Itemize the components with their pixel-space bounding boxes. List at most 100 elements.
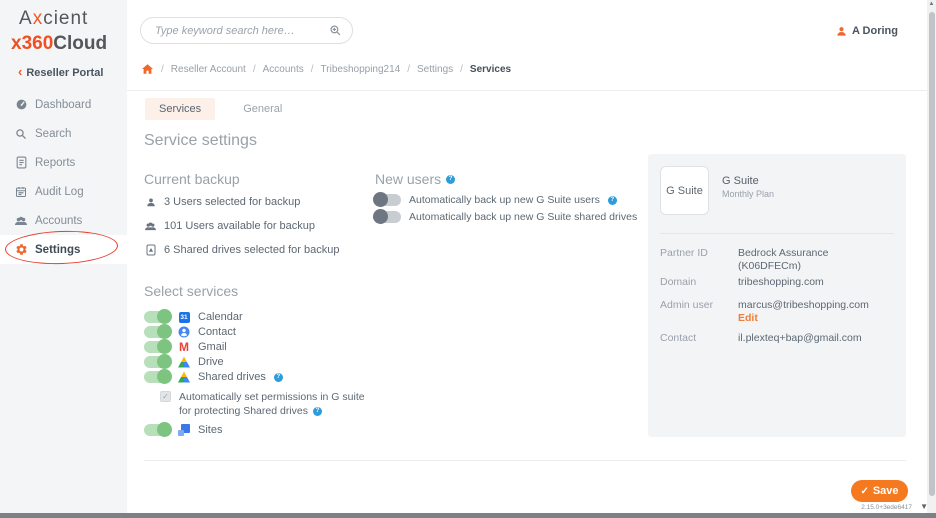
sidebar-item-settings[interactable]: Settings: [0, 235, 127, 264]
sidebar-item-reports[interactable]: Reports: [0, 148, 127, 177]
calendar-log-icon: [14, 185, 28, 199]
field-label-admin-user: Admin user: [660, 299, 713, 311]
service-row-calendar: 31 Calendar: [144, 311, 243, 323]
sidebar-item-audit-log[interactable]: Audit Log: [0, 177, 127, 206]
toggle-drive[interactable]: [144, 356, 170, 368]
brand-x: x: [33, 8, 44, 29]
field-value-contact: il.plexteq+bap@gmail.com: [738, 332, 862, 345]
breadcrumb-accounts[interactable]: Accounts: [263, 64, 304, 75]
header-divider: [127, 90, 936, 91]
toggle-backup-new-shared-drives[interactable]: [375, 211, 401, 223]
scroll-up-arrow-icon[interactable]: ▲: [927, 1, 936, 7]
reseller-portal-link[interactable]: ‹Reseller Portal: [0, 64, 127, 79]
backup-stat-users-available: 101 Users available for backup: [144, 220, 315, 232]
sidebar-item-accounts[interactable]: Accounts: [0, 206, 127, 235]
toggle-knob: [157, 339, 172, 354]
tab-bar: Services General: [145, 98, 296, 120]
drive-icon: [178, 356, 190, 368]
field-value-domain: tribeshopping.com: [738, 276, 824, 289]
service-label: Shared drives: [198, 371, 266, 383]
backup-stat-users-selected: 3 Users selected for backup: [144, 196, 300, 208]
edit-admin-user-link[interactable]: Edit: [738, 312, 758, 324]
toggle-gmail[interactable]: [144, 341, 170, 353]
sidebar-item-label: Dashboard: [35, 99, 91, 111]
toggle-calendar[interactable]: [144, 311, 170, 323]
breadcrumb-settings[interactable]: Settings: [417, 64, 453, 75]
save-button-label: Save: [873, 485, 899, 497]
sidebar-item-dashboard[interactable]: Dashboard: [0, 90, 127, 119]
horizontal-scrollbar[interactable]: [0, 513, 936, 518]
new-users-title: New users: [375, 171, 441, 187]
brand-product: x360Cloud: [0, 33, 127, 55]
backup-stat-text: 6 Shared drives selected for backup: [164, 244, 340, 256]
app-window: Axcient x360Cloud ‹Reseller Portal Dashb…: [0, 0, 936, 518]
user-icon: [144, 197, 157, 208]
sidebar-nav: Dashboard Search Reports Audit Log: [0, 90, 127, 264]
version-label: 2.15.0+3ede6417: [861, 504, 912, 511]
permissions-label: Automatically set permissions in G suite…: [179, 390, 365, 418]
breadcrumb-separator: /: [407, 64, 410, 75]
permissions-checkbox-row: ✓ Automatically set permissions in G sui…: [160, 390, 365, 418]
field-label-domain: Domain: [660, 276, 696, 288]
calendar-day-number: 31: [179, 312, 190, 323]
shared-drive-icon: [144, 244, 157, 256]
toggle-label: Automatically back up new G Suite shared…: [409, 211, 637, 223]
tab-services[interactable]: Services: [145, 98, 215, 120]
service-row-contact: Contact: [144, 326, 236, 338]
users-group-icon: [144, 221, 157, 232]
toggle-row-new-shared-drives: Automatically back up new G Suite shared…: [375, 211, 637, 223]
toggle-contact[interactable]: [144, 326, 170, 338]
toggle-row-new-gsuite-users: Automatically back up new G Suite users …: [375, 194, 617, 206]
vertical-scrollbar-thumb[interactable]: [929, 12, 935, 496]
info-icon[interactable]: ?: [313, 407, 322, 416]
current-backup-title: Current backup: [144, 171, 240, 187]
gsuite-logo-tile: G Suite: [660, 166, 709, 215]
service-row-drive: Drive: [144, 356, 224, 368]
info-icon[interactable]: ?: [608, 196, 617, 205]
plan-name: G Suite: [722, 175, 759, 187]
check-icon: ✓: [860, 486, 868, 497]
breadcrumb-tribeshopping214[interactable]: Tribeshopping214: [321, 64, 401, 75]
toggle-knob: [157, 324, 172, 339]
search-icon[interactable]: [329, 24, 342, 37]
sidebar-item-search[interactable]: Search: [0, 119, 127, 148]
info-icon[interactable]: ?: [274, 373, 283, 382]
service-label: Sites: [198, 424, 222, 436]
tab-general[interactable]: General: [229, 98, 296, 120]
gmail-icon: M: [178, 341, 190, 353]
service-label: Gmail: [198, 341, 227, 353]
user-menu[interactable]: A Doring: [836, 25, 898, 37]
brand-logo: Axcient x360Cloud ‹Reseller Portal: [0, 8, 127, 79]
breadcrumb-separator: /: [460, 64, 463, 75]
toggle-knob: [157, 354, 172, 369]
toggle-backup-new-users[interactable]: [375, 194, 401, 206]
page-title: Service settings: [144, 132, 257, 150]
plan-subtitle: Monthly Plan: [722, 189, 774, 199]
toggle-knob: [157, 369, 172, 384]
brand-letter: A: [19, 8, 33, 29]
vertical-scrollbar[interactable]: ▲: [927, 0, 936, 513]
footer-divider: [144, 460, 906, 461]
field-value-admin-user: marcus@tribeshopping.com: [738, 299, 869, 312]
partner-id-line2: (K06DFECm): [738, 260, 801, 272]
sidebar-item-label: Search: [35, 128, 71, 140]
toggle-shared-drives[interactable]: [144, 371, 170, 383]
breadcrumb-reseller-account[interactable]: Reseller Account: [171, 64, 246, 75]
document-icon: [14, 156, 28, 170]
field-value-partner-id: Bedrock Assurance (K06DFECm): [738, 247, 828, 273]
field-label-partner-id: Partner ID: [660, 247, 708, 259]
save-button[interactable]: ✓ Save: [851, 480, 908, 502]
search-input[interactable]: [155, 25, 329, 37]
backup-stat-text: 3 Users selected for backup: [164, 196, 300, 208]
search-icon: [14, 127, 28, 141]
product-accent: x360: [11, 33, 53, 54]
info-icon[interactable]: ?: [446, 175, 455, 184]
sites-icon: [178, 424, 190, 436]
field-label-contact: Contact: [660, 332, 696, 344]
toggle-sites[interactable]: [144, 424, 170, 436]
home-icon[interactable]: [141, 63, 154, 75]
toggle-knob: [157, 309, 172, 324]
service-row-gmail: M Gmail: [144, 341, 227, 353]
service-label: Drive: [198, 356, 224, 368]
permissions-checkbox[interactable]: ✓: [160, 391, 171, 402]
